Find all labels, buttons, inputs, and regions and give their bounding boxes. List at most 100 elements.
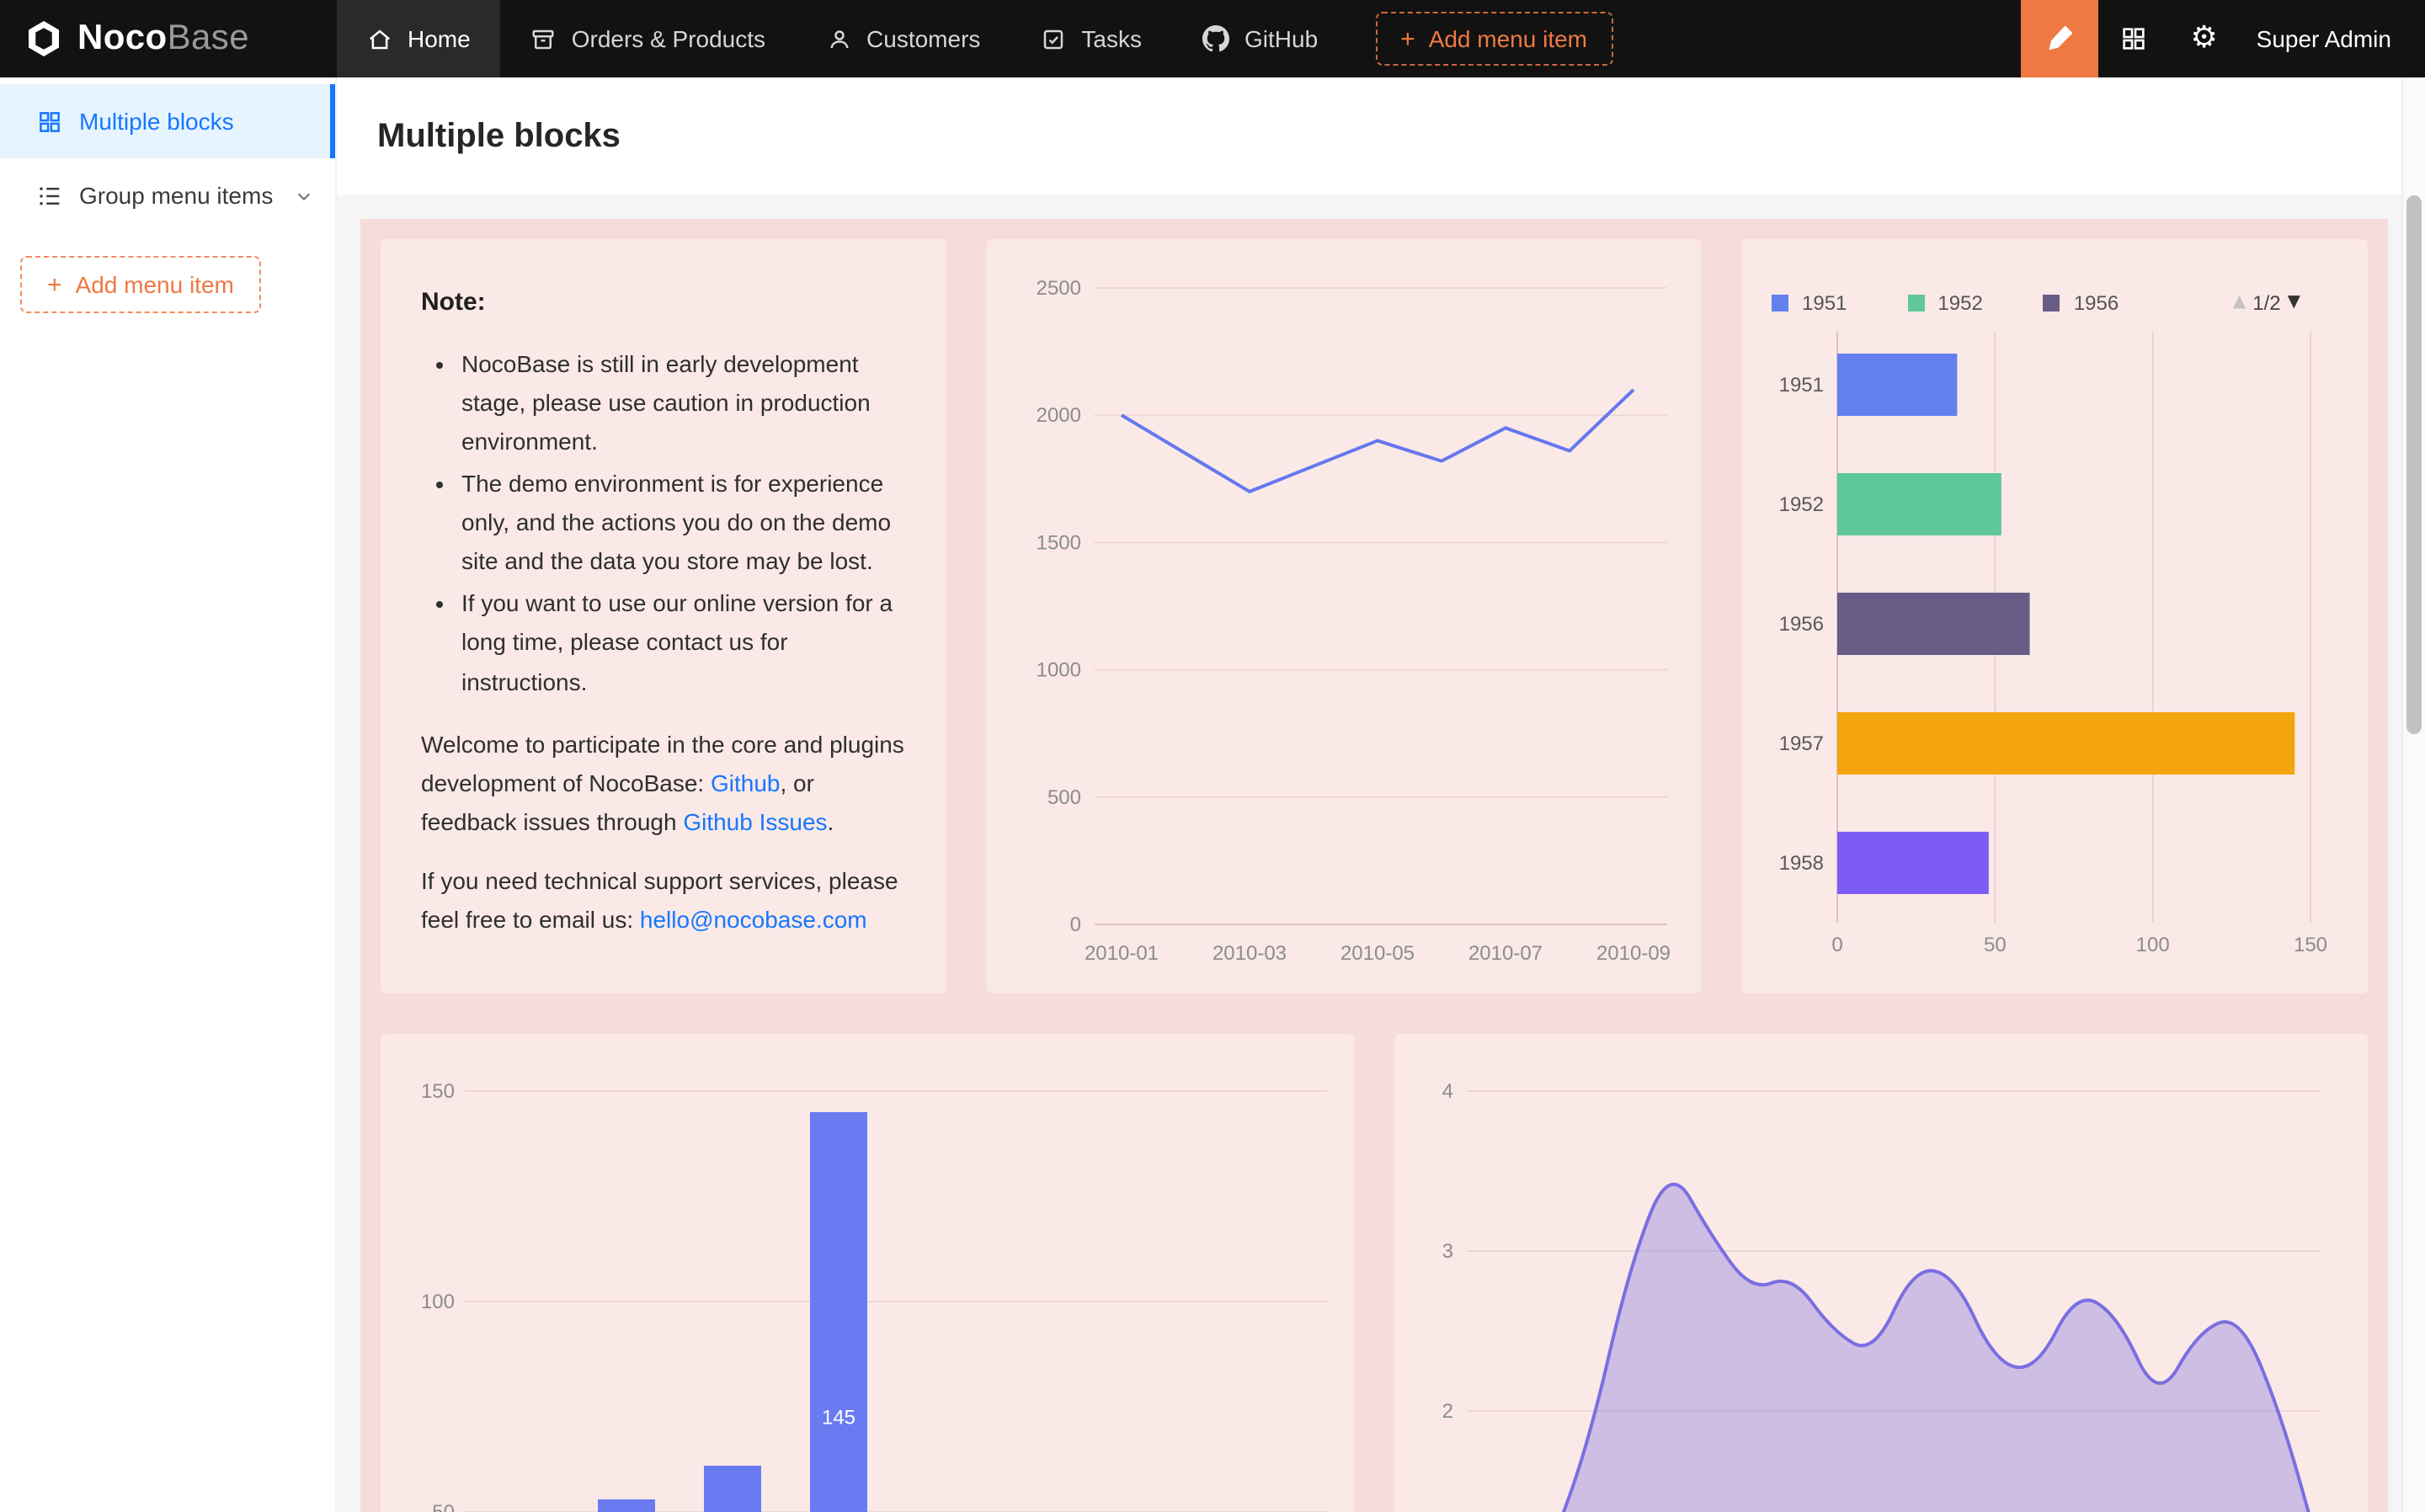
navbar-right: ⚙ Super Admin	[2021, 0, 2425, 77]
svg-text:150: 150	[2294, 934, 2327, 956]
nav-item-label: Customers	[866, 25, 980, 52]
navbar-spacer	[1612, 0, 2021, 77]
svg-text:1957: 1957	[1779, 732, 1824, 755]
tasks-icon	[1041, 26, 1066, 51]
nav-add-menu-item-button[interactable]: + Add menu item	[1375, 12, 1612, 66]
svg-text:2010-07: 2010-07	[1468, 942, 1543, 965]
nav-item-orders-products[interactable]: Orders & Products	[501, 0, 796, 77]
line-chart[interactable]: 0 500 1000 1500 2000 2500 2010-01 2010-03 2010-0…	[987, 239, 1701, 993]
svg-text:3: 3	[1442, 1240, 1453, 1263]
plus-icon: +	[47, 272, 62, 297]
legend-pagination: ▲ 1/2 ▼	[2233, 291, 2300, 315]
line-chart-block[interactable]: 0 500 1000 1500 2000 2500 2010-01 2010-03 2010-0…	[987, 239, 1701, 993]
blocks-icon	[37, 109, 62, 134]
legend-label: 1951	[1802, 291, 1847, 315]
sidebar-item-label: Group menu items	[79, 182, 273, 209]
svg-text:500: 500	[1047, 786, 1081, 809]
page-header: Multiple blocks	[337, 77, 2425, 195]
horizontal-bar-chart[interactable]: 05010015019511952195619571958	[1741, 239, 2368, 993]
svg-text:1000: 1000	[1037, 659, 1081, 682]
legend-swatch	[1772, 295, 1788, 311]
note-paragraph-2: If you need technical support services, …	[421, 862, 906, 940]
nav-add-menu-item-label: Add menu item	[1429, 25, 1587, 52]
legend-label: 1956	[2074, 291, 2119, 315]
sidebar-item-label: Multiple blocks	[79, 108, 234, 135]
top-navbar: NocoBase Home Orders & Products Customer…	[0, 0, 2425, 77]
nocobase-logo[interactable]: NocoBase	[0, 0, 337, 77]
blocks-row-1: Note: NocoBase is still in early develop…	[381, 239, 2368, 993]
blocks-grid: Note: NocoBase is still in early develop…	[360, 219, 2388, 1512]
legend-item-1956[interactable]: 1956	[2044, 291, 2119, 315]
legend-item-1951[interactable]: 1951	[1772, 291, 1847, 315]
logo-text: NocoBase	[77, 19, 249, 59]
svg-text:2010-01: 2010-01	[1085, 942, 1159, 965]
svg-text:2500: 2500	[1037, 277, 1081, 300]
gear-icon: ⚙	[2191, 24, 2218, 54]
app-window: NocoBase Home Orders & Products Customer…	[0, 0, 2425, 1512]
user-menu[interactable]: Super Admin	[2257, 25, 2391, 52]
nav-item-label: Orders & Products	[572, 25, 765, 52]
svg-text:4: 4	[1442, 1080, 1453, 1103]
sidebar-add-menu-item-button[interactable]: + Add menu item	[20, 256, 261, 313]
nav-item-home[interactable]: Home	[337, 0, 501, 77]
note-bullet: The demo environment is for experience o…	[461, 465, 906, 582]
legend-next-icon[interactable]: ▼	[2288, 295, 2300, 311]
bar-chart-block[interactable]: 50100150145	[381, 1034, 1354, 1512]
nav-item-github[interactable]: GitHub	[1172, 0, 1348, 77]
orders-icon	[531, 26, 557, 51]
plus-icon: +	[1400, 26, 1415, 51]
list-icon	[37, 183, 62, 208]
svg-text:0: 0	[1070, 913, 1081, 936]
horizontal-bar-chart-block[interactable]: 1951 1952 1956 ▲ 1/2 ▼	[1741, 239, 2368, 993]
svg-text:100: 100	[421, 1291, 455, 1313]
email-link[interactable]: hello@nocobase.com	[640, 906, 867, 933]
github-issues-link[interactable]: Github Issues	[683, 808, 827, 835]
svg-text:1500: 1500	[1037, 531, 1081, 554]
ui-editor-button[interactable]	[2021, 0, 2098, 77]
customers-icon	[826, 26, 851, 51]
nav-item-customers[interactable]: Customers	[796, 0, 1010, 77]
svg-text:150: 150	[421, 1080, 455, 1103]
sidebar-add-menu-item-label: Add menu item	[76, 271, 234, 298]
scrollbar-thumb[interactable]	[2406, 195, 2422, 734]
home-icon	[367, 26, 392, 51]
nav-item-tasks[interactable]: Tasks	[1010, 0, 1172, 77]
nav-item-label: GitHub	[1244, 25, 1318, 52]
grid-icon	[2120, 25, 2147, 52]
github-link[interactable]: Github	[711, 769, 781, 796]
blocks-row-2: 50100150145 432	[381, 1034, 2368, 1512]
markdown-note-block[interactable]: Note: NocoBase is still in early develop…	[381, 239, 946, 993]
sidebar-item-group-menu-items[interactable]: Group menu items	[0, 158, 335, 232]
github-icon	[1202, 25, 1229, 52]
note-text: Welcome to participate in the core and p…	[421, 730, 904, 796]
page-title: Multiple blocks	[377, 117, 621, 156]
svg-text:100: 100	[2136, 934, 2170, 956]
svg-text:0: 0	[1831, 934, 1842, 956]
settings-button[interactable]: ⚙	[2169, 0, 2240, 77]
logo-text-bold: Noco	[77, 19, 168, 57]
svg-text:1951: 1951	[1779, 374, 1824, 397]
legend-swatch	[1907, 295, 1924, 311]
note-paragraph-1: Welcome to participate in the core and p…	[421, 725, 906, 842]
svg-text:50: 50	[432, 1501, 455, 1512]
svg-text:1956: 1956	[1779, 613, 1824, 636]
plugin-manager-button[interactable]	[2098, 0, 2169, 77]
svg-text:2000: 2000	[1037, 404, 1081, 427]
legend-page-indicator: 1/2	[2252, 291, 2280, 315]
legend-swatch	[2044, 295, 2060, 311]
vertical-scrollbar[interactable]	[2401, 77, 2425, 1512]
svg-text:2010-03: 2010-03	[1212, 942, 1287, 965]
area-chart-block[interactable]: 432	[1394, 1034, 2368, 1512]
svg-text:2010-05: 2010-05	[1340, 942, 1415, 965]
note-bullet: If you want to use our online version fo…	[461, 585, 906, 702]
sidebar-item-multiple-blocks[interactable]: Multiple blocks	[0, 84, 335, 158]
bar-chart[interactable]: 50100150145	[381, 1034, 1354, 1512]
area-chart[interactable]: 432	[1394, 1034, 2368, 1512]
sidebar: Multiple blocks Group menu items + Add m…	[0, 77, 337, 1512]
legend-label: 1952	[1937, 291, 1982, 315]
svg-text:1958: 1958	[1779, 852, 1824, 875]
chevron-down-icon	[295, 186, 313, 205]
chart-legend: 1951 1952 1956 ▲ 1/2 ▼	[1772, 291, 2300, 315]
legend-item-1952[interactable]: 1952	[1907, 291, 1982, 315]
legend-prev-icon[interactable]: ▲	[2233, 295, 2246, 311]
